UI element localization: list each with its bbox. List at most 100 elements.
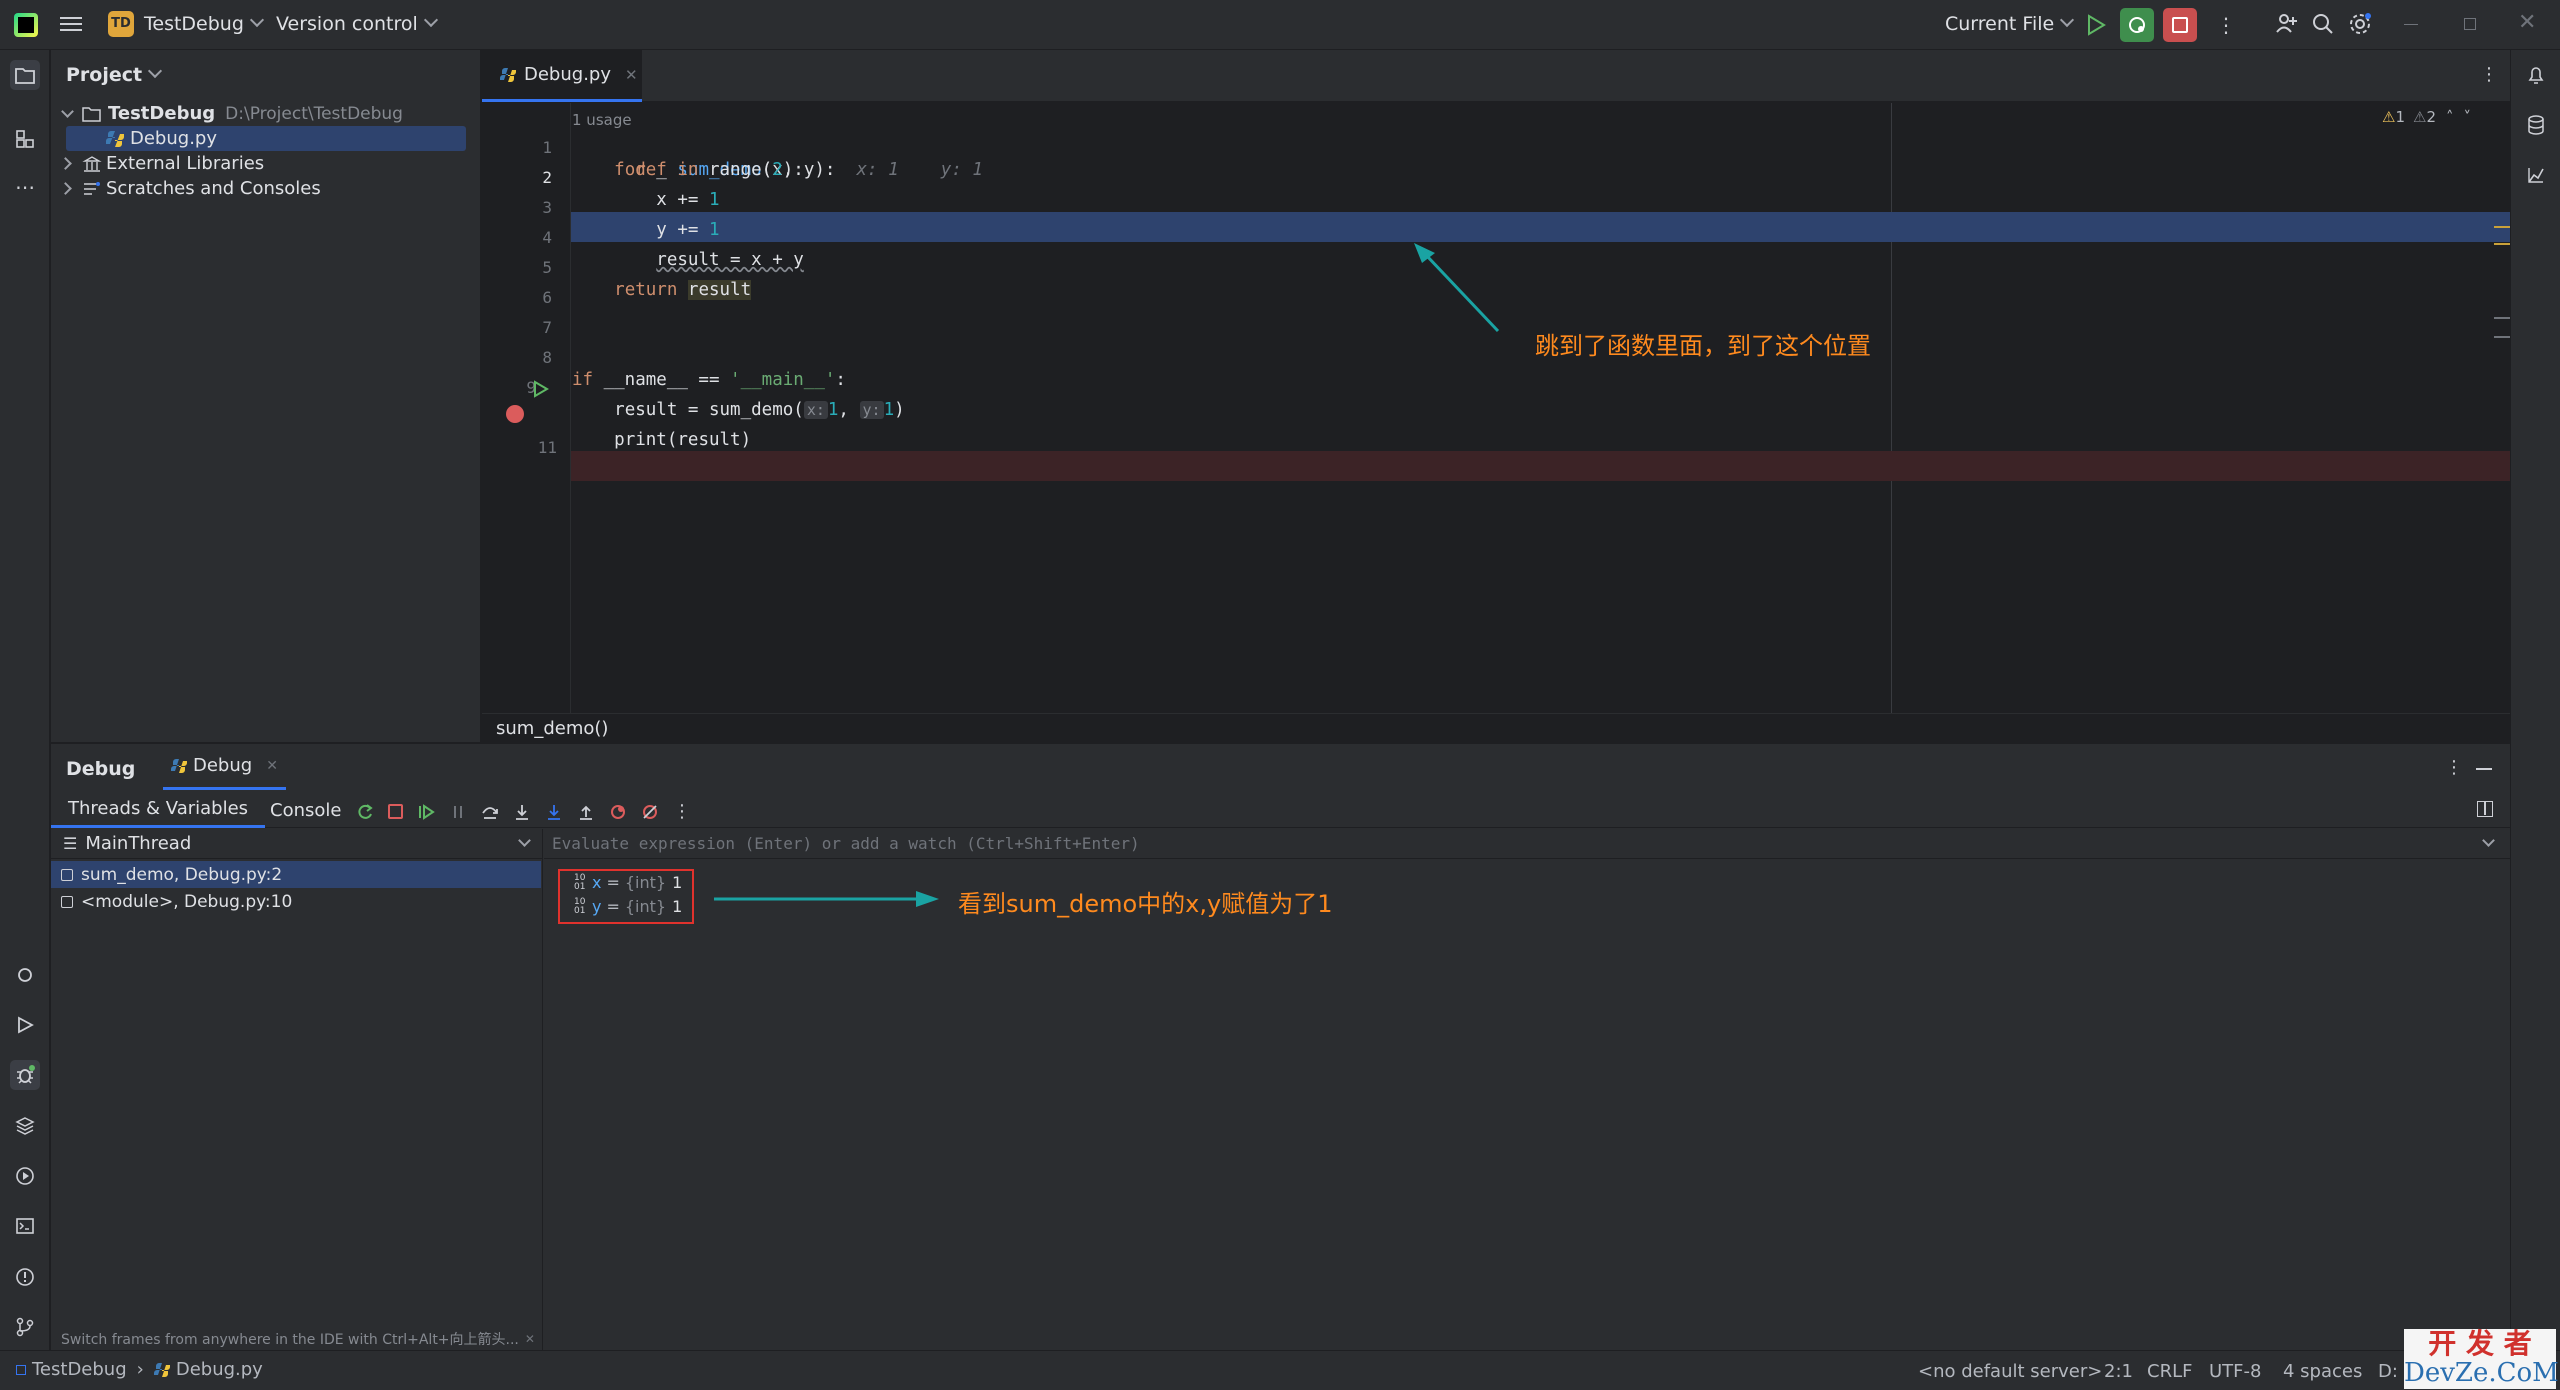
run-tool-icon[interactable] — [10, 1010, 40, 1040]
run-icon[interactable] — [2086, 14, 2106, 40]
git-branch-icon[interactable] — [10, 1312, 40, 1342]
thread-selector[interactable]: ☰ MainThread — [51, 829, 543, 859]
python-console-icon[interactable] — [10, 960, 40, 990]
pause-icon[interactable] — [449, 803, 467, 821]
chevron-down-icon — [518, 834, 531, 847]
interpreter[interactable]: D: — [2378, 1361, 2398, 1382]
tab-close-icon[interactable]: ✕ — [625, 66, 638, 84]
project-switcher[interactable]: TD TestDebug — [108, 11, 264, 37]
notifications-bell-icon[interactable] — [2521, 60, 2551, 90]
tree-item-debug-py[interactable]: Debug.py — [106, 126, 217, 151]
frames-hint: Switch frames from anywhere in the IDE w… — [61, 1329, 535, 1349]
stop-button[interactable] — [2163, 8, 2197, 42]
structure-icon[interactable] — [10, 124, 40, 154]
stop-icon[interactable] — [388, 804, 403, 819]
indent-setting[interactable]: 4 spaces — [2283, 1361, 2362, 1382]
mute-breakpoints-icon[interactable] — [641, 803, 659, 821]
scratches-icon — [84, 181, 100, 195]
tree-root-label: TestDebug — [108, 103, 216, 124]
editor-tab-bar: Debug.py ✕ ⋮ — [482, 50, 2510, 102]
sciview-icon[interactable] — [2521, 160, 2551, 190]
terminal-icon[interactable] — [10, 1211, 40, 1241]
more-icon[interactable]: ⋮ — [673, 801, 691, 822]
step-into-icon[interactable] — [513, 803, 531, 821]
tree-root-testdebug[interactable]: TestDebug D:\Project\TestDebug — [61, 101, 403, 126]
thread-label: MainThread — [85, 833, 192, 854]
project-folder-icon[interactable] — [10, 60, 40, 90]
frame-label: sum_demo, Debug.py:2 — [81, 864, 283, 885]
variables-annotation: 看到sum_demo中的x,y赋值为了1 — [958, 890, 1333, 918]
chevron-down-icon — [423, 12, 438, 28]
close-icon[interactable]: ✕ — [266, 758, 278, 774]
vcs-menu[interactable]: Version control — [276, 12, 438, 35]
step-over-icon[interactable] — [481, 803, 499, 821]
debug-more-icon[interactable]: ⋮ — [2445, 757, 2463, 778]
settings-gear-icon[interactable] — [2348, 12, 2372, 40]
problems-icon[interactable] — [10, 1262, 40, 1292]
file-encoding[interactable]: UTF-8 — [2209, 1361, 2261, 1382]
debug-tool-icon[interactable] — [10, 1060, 40, 1090]
step-out-icon[interactable] — [577, 803, 595, 821]
run-config-selector[interactable]: Current File — [1945, 12, 2075, 35]
debug-actions: ⋮ — [356, 801, 691, 822]
debug-session-tab[interactable]: Debug ✕ — [163, 744, 286, 790]
chevron-right-icon — [59, 157, 72, 170]
tree-item-external-libraries[interactable]: External Libraries — [59, 151, 265, 176]
chevron-down-icon[interactable] — [2482, 834, 2495, 847]
status-breadcrumb[interactable]: TestDebug › Debug.py — [16, 1359, 263, 1380]
tab-label: Debug.py — [524, 64, 611, 85]
tab-more-icon[interactable]: ⋮ — [2480, 64, 2498, 85]
frame-label: <module>, Debug.py:10 — [81, 891, 293, 912]
more-actions-icon[interactable]: ⋮ — [2216, 13, 2236, 37]
frame-row[interactable]: sum_demo, Debug.py:2 — [51, 861, 541, 888]
watermark-top: 开 发 者 — [2428, 1327, 2532, 1360]
tab-console[interactable]: Console — [266, 792, 345, 828]
line-separator[interactable]: CRLF — [2147, 1361, 2192, 1382]
tab-debug-py[interactable]: Debug.py ✕ — [482, 50, 642, 102]
database-icon[interactable] — [2521, 110, 2551, 140]
services-icon[interactable] — [10, 1161, 40, 1191]
chevron-down-icon — [2060, 12, 2075, 28]
app-logo-icon — [14, 13, 38, 37]
resume-icon[interactable] — [417, 803, 435, 821]
python-file-icon — [171, 758, 187, 773]
rerun-debug-button[interactable] — [2120, 8, 2154, 42]
folder-icon — [82, 106, 101, 122]
view-breakpoints-icon[interactable] — [609, 803, 627, 821]
variables-pane: Evaluate expression (Enter) or add a wat… — [544, 829, 2510, 1351]
editor-breadcrumb[interactable]: sum_demo() — [496, 718, 608, 739]
debug-title: Debug — [66, 758, 136, 780]
step-into-my-code-icon[interactable] — [545, 803, 563, 821]
caret-position[interactable]: 2:1 — [2104, 1361, 2133, 1382]
search-icon[interactable] — [2311, 12, 2335, 40]
code-area[interactable]: 1 usage ⚠ 1 ⚠ 2 ˄ ˅ 1 2 3 4 5 6 7 8 9 11 — [482, 103, 2510, 713]
python-file-icon — [500, 67, 516, 82]
close-icon[interactable]: ✕ — [525, 1332, 535, 1346]
thread-list-icon: ☰ — [63, 834, 78, 853]
annotation-arrow — [1414, 243, 1500, 333]
editor-breadcrumb-bar: sum_demo() — [482, 713, 2510, 742]
crumb-project: TestDebug — [32, 1359, 127, 1380]
debug-rerun-icon — [2129, 17, 2145, 33]
minimize-icon[interactable] — [2404, 24, 2418, 25]
more-tools-icon[interactable]: ⋯ — [10, 172, 40, 202]
tree-item-scratches[interactable]: Scratches and Consoles — [59, 176, 321, 201]
main-menu-icon[interactable] — [60, 14, 82, 34]
frame-row[interactable]: <module>, Debug.py:10 — [51, 888, 541, 915]
tree-item-label: Debug.py — [130, 128, 217, 149]
tab-label: Threads & Variables — [68, 798, 249, 819]
python-file-icon — [153, 1362, 170, 1377]
add-user-icon[interactable] — [2274, 11, 2298, 39]
frame-icon — [61, 868, 73, 881]
server-status[interactable]: <no default server> — [1918, 1361, 2102, 1382]
layers-icon[interactable] — [10, 1111, 40, 1141]
close-icon[interactable]: ✕ — [2518, 10, 2536, 35]
project-panel-header[interactable]: Project — [66, 63, 163, 86]
tab-threads-variables[interactable]: Threads & Variables — [51, 792, 266, 828]
rerun-icon[interactable] — [356, 803, 374, 821]
tree-item-label: External Libraries — [106, 153, 265, 174]
restore-icon[interactable] — [2464, 18, 2476, 30]
minimize-panel-icon[interactable] — [2476, 768, 2492, 770]
layout-icon[interactable] — [2477, 801, 2493, 817]
chevron-right-icon — [59, 182, 72, 195]
